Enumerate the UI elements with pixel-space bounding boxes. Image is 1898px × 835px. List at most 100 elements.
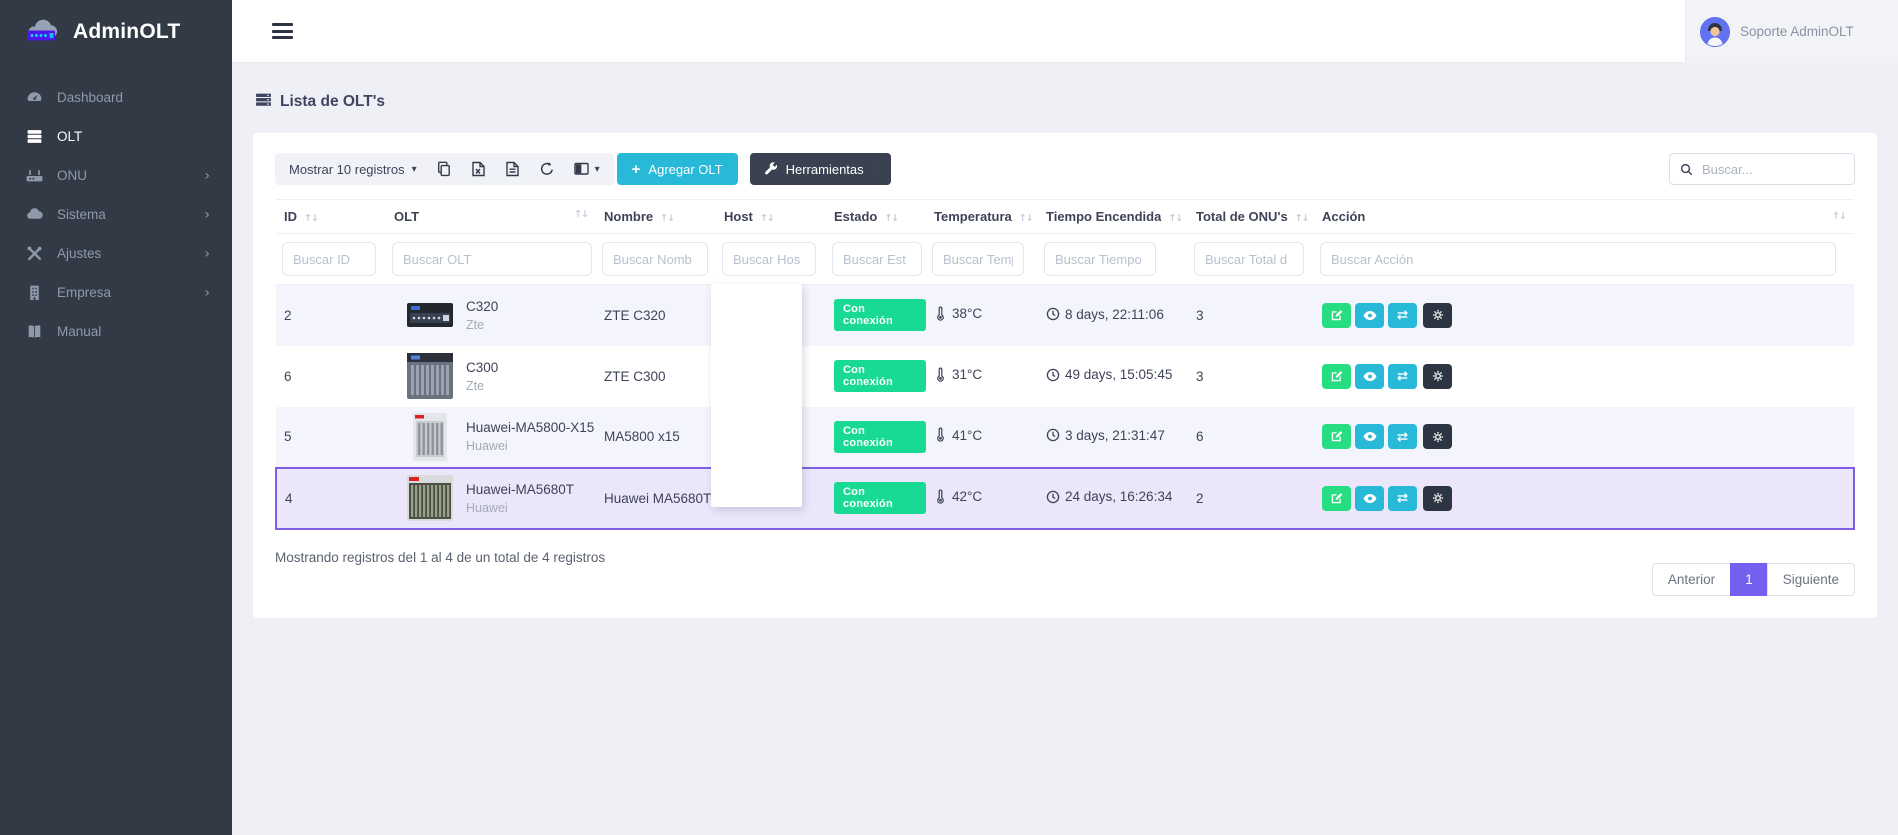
sort-icon: ↑↓ — [574, 209, 588, 220]
filter-accion-input[interactable] — [1320, 242, 1836, 276]
edit-icon — [1330, 309, 1343, 322]
column-header-accion[interactable]: Acción↑↓ — [1314, 200, 1854, 234]
sort-icon: ↑↓ — [1168, 213, 1182, 224]
page-size-select[interactable]: Mostrar 10 registros ▾ — [289, 162, 417, 177]
settings-button[interactable] — [1423, 364, 1452, 389]
cell-id: 2 — [276, 285, 386, 346]
pagination-next[interactable]: Siguiente — [1767, 563, 1855, 596]
header-row: ID↑↓ OLT↑↓ Nombre↑↓ Host↑↓ Estado↑↓ Temp… — [276, 200, 1854, 234]
add-olt-button[interactable]: + Agregar OLT — [617, 153, 738, 185]
view-button[interactable] — [1355, 424, 1384, 449]
cell-id: 6 — [276, 346, 386, 407]
status-badge: Con conexión — [834, 360, 926, 392]
transfer-button[interactable] — [1388, 364, 1417, 389]
search-input[interactable] — [1702, 162, 1844, 177]
gauge-icon — [25, 89, 43, 106]
column-header-id[interactable]: ID↑↓ — [276, 200, 386, 234]
table-row[interactable]: 5 Huawei-MA5800-X15 Huawei — [276, 407, 1854, 468]
settings-icon — [1431, 308, 1445, 322]
edit-button[interactable] — [1322, 486, 1351, 511]
column-header-olt[interactable]: OLT↑↓ — [386, 200, 596, 234]
table-footer: Mostrando registros del 1 al 4 de un tot… — [275, 530, 1855, 596]
olt-vendor: Huawei — [466, 439, 594, 453]
sort-icon: ↑↓ — [760, 213, 774, 224]
view-button[interactable] — [1355, 486, 1384, 511]
cell-total-onus: 2 — [1188, 468, 1314, 529]
cell-tiempo: 8 days, 22:11:06 — [1065, 307, 1164, 322]
column-header-total-onus[interactable]: Total de ONU's↑↓ — [1188, 200, 1314, 234]
caret-down-icon: ▾ — [872, 164, 877, 175]
page-title-text: Lista de OLT's — [280, 93, 385, 111]
caret-down-icon: ▾ — [412, 164, 417, 175]
brand-logo[interactable]: AdminOLT — [0, 0, 232, 64]
cell-nombre: ZTE C320 — [596, 285, 716, 346]
sidebar-item-onu[interactable]: ONU › — [0, 156, 232, 195]
sidebar-item-manual[interactable]: Manual — [0, 312, 232, 351]
sidebar-item-ajustes[interactable]: Ajustes › — [0, 234, 232, 273]
columns-visibility-button[interactable]: ▾ — [574, 162, 600, 176]
filter-id-input[interactable] — [282, 242, 376, 276]
sidebar-toggle-button[interactable] — [272, 20, 293, 43]
filter-nombre-input[interactable] — [602, 242, 708, 276]
chevron-right-icon: › — [204, 246, 210, 262]
copy-button[interactable] — [436, 161, 452, 177]
refresh-button[interactable] — [539, 161, 555, 177]
sidebar-item-olt[interactable]: OLT — [0, 117, 232, 156]
sidebar-item-sistema[interactable]: Sistema › — [0, 195, 232, 234]
thermometer-icon — [934, 427, 947, 443]
sidebar-item-label: Manual — [57, 324, 101, 339]
column-header-host[interactable]: Host↑↓ — [716, 200, 826, 234]
clock-icon — [1046, 307, 1060, 321]
cell-id: 4 — [276, 468, 386, 529]
book-icon — [25, 323, 43, 340]
sidebar-item-dashboard[interactable]: Dashboard — [0, 78, 232, 117]
column-header-tiempo[interactable]: Tiempo Encendida↑↓ — [1038, 200, 1188, 234]
sidebar-item-empresa[interactable]: Empresa › — [0, 273, 232, 312]
transfer-button[interactable] — [1388, 424, 1417, 449]
filter-temperatura-input[interactable] — [932, 242, 1024, 276]
filter-total-input[interactable] — [1194, 242, 1304, 276]
column-header-estado[interactable]: Estado↑↓ — [826, 200, 926, 234]
row-actions — [1322, 424, 1854, 449]
settings-button[interactable] — [1423, 424, 1452, 449]
olt-model: C300 — [466, 360, 498, 375]
table-row[interactable]: 2 C320 Zte — [276, 285, 1854, 346]
edit-button[interactable] — [1322, 364, 1351, 389]
cell-tiempo: 49 days, 15:05:45 — [1065, 367, 1172, 382]
filter-tiempo-input[interactable] — [1044, 242, 1156, 276]
filter-host-input[interactable] — [722, 242, 816, 276]
pagination: Anterior 1 Siguiente — [1652, 563, 1855, 596]
column-header-nombre[interactable]: Nombre↑↓ — [596, 200, 716, 234]
olt-device-image — [394, 353, 466, 399]
filter-row — [276, 234, 1854, 285]
settings-button[interactable] — [1423, 486, 1452, 511]
table-row[interactable]: 6 C300 Zte — [276, 346, 1854, 407]
pagination-page-1[interactable]: 1 — [1730, 563, 1768, 596]
view-button[interactable] — [1355, 364, 1384, 389]
filter-estado-input[interactable] — [832, 242, 922, 276]
pagination-previous[interactable]: Anterior — [1652, 563, 1731, 596]
search-icon — [1680, 162, 1693, 177]
column-header-temperatura[interactable]: Temperatura↑↓ — [926, 200, 1038, 234]
export-file-button[interactable] — [505, 161, 520, 177]
settings-button[interactable] — [1423, 303, 1452, 328]
status-badge: Con conexión — [834, 421, 926, 453]
user-menu[interactable]: Soporte AdminOLT — [1685, 0, 1898, 63]
transfer-button[interactable] — [1388, 486, 1417, 511]
table-list-icon — [255, 91, 272, 113]
sort-icon: ↑↓ — [1832, 211, 1846, 222]
sort-icon: ↑↓ — [660, 213, 674, 224]
tools-dropdown-button[interactable]: Herramientas ▾ — [750, 153, 891, 185]
transfer-button[interactable] — [1388, 303, 1417, 328]
edit-button[interactable] — [1322, 424, 1351, 449]
table-row-selected[interactable]: 4 Huawei-MA5680T Huawei — [276, 468, 1854, 529]
edit-button[interactable] — [1322, 303, 1351, 328]
filter-olt-input[interactable] — [392, 242, 592, 276]
cell-temperatura: 42°C — [952, 489, 982, 504]
records-summary: Mostrando registros del 1 al 4 de un tot… — [275, 550, 605, 565]
chevron-right-icon: › — [204, 207, 210, 223]
view-button[interactable] — [1355, 303, 1384, 328]
toolbar-group: Mostrar 10 registros ▾ ▾ — [275, 153, 614, 185]
export-excel-button[interactable] — [471, 161, 486, 177]
clock-icon — [1046, 368, 1060, 382]
